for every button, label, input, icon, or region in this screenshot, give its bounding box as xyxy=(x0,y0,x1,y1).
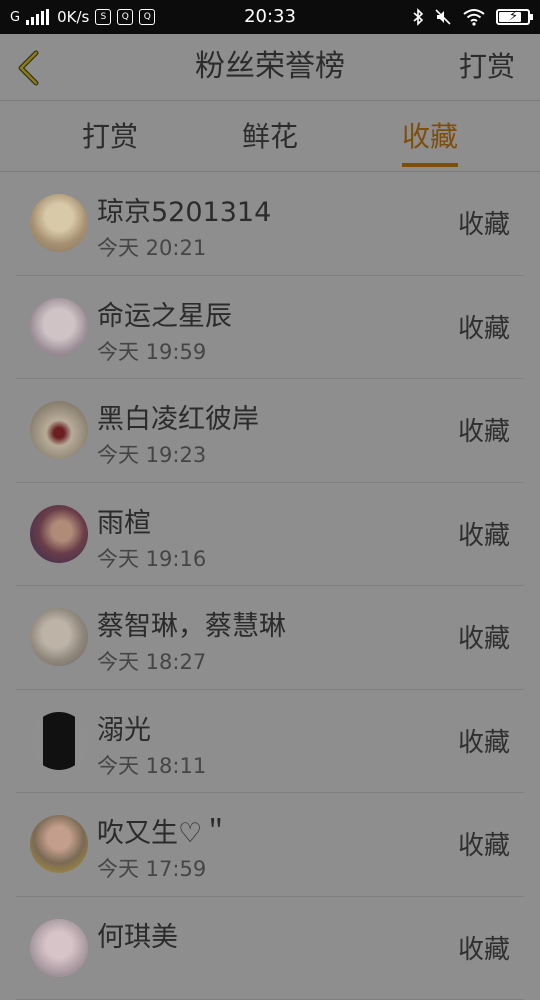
user-name: 雨楦 xyxy=(97,501,151,540)
user-name: 溺光 xyxy=(97,708,151,747)
avatar xyxy=(30,919,88,977)
status-right: ⚡ xyxy=(412,0,530,34)
action-label: 收藏 xyxy=(458,618,510,655)
timestamp: 今天 17:59 xyxy=(97,853,206,883)
active-tab-indicator xyxy=(402,163,458,167)
chevron-left-icon[interactable] xyxy=(14,50,44,86)
list-item[interactable]: 吹又生♡＂ 今天 17:59 收藏 xyxy=(16,793,524,897)
tab-flowers[interactable]: 鲜花 xyxy=(242,101,298,171)
app-notification-icon-2: Q xyxy=(139,9,155,25)
app-notification-icon: Q xyxy=(117,9,133,25)
signal-icon xyxy=(26,9,49,25)
net-speed: 0K/s xyxy=(57,8,89,26)
tab-favorites[interactable]: 收藏 xyxy=(402,101,458,171)
list-item[interactable]: 雨楦 今天 19:16 收藏 xyxy=(16,483,524,587)
list-item[interactable]: 何琪美 收藏 xyxy=(16,897,524,1000)
avatar xyxy=(30,401,88,459)
user-name: 何琪美 xyxy=(97,915,178,954)
action-label: 收藏 xyxy=(458,722,510,759)
fan-list: 琼京5201314 今天 20:21 收藏 命运之星辰 今天 19:59 收藏 … xyxy=(0,172,540,1000)
avatar xyxy=(30,505,88,563)
tab-label: 收藏 xyxy=(402,120,458,153)
tab-label: 打赏 xyxy=(82,120,138,153)
timestamp: 今天 20:21 xyxy=(97,232,206,262)
list-item[interactable]: 蔡智琳，蔡慧琳 今天 18:27 收藏 xyxy=(16,586,524,690)
reward-button[interactable]: 打赏 xyxy=(459,34,515,100)
action-label: 收藏 xyxy=(458,308,510,345)
avatar xyxy=(30,712,88,770)
list-item[interactable]: 黑白凌红彼岸 今天 19:23 收藏 xyxy=(16,379,524,483)
battery-icon: ⚡ xyxy=(496,9,530,25)
action-label: 收藏 xyxy=(458,515,510,552)
avatar xyxy=(30,815,88,873)
list-item[interactable]: 溺光 今天 18:11 收藏 xyxy=(16,690,524,794)
bluetooth-icon xyxy=(412,8,424,26)
list-item[interactable]: 命运之星辰 今天 19:59 收藏 xyxy=(16,276,524,380)
wifi-icon xyxy=(462,8,486,26)
timestamp: 今天 18:27 xyxy=(97,646,206,676)
user-name: 黑白凌红彼岸 xyxy=(97,397,259,436)
user-name: 琼京5201314 xyxy=(97,190,271,229)
avatar xyxy=(30,194,88,252)
tab-bar: 打赏 鲜花 收藏 xyxy=(0,101,540,172)
timestamp: 今天 18:11 xyxy=(97,750,206,780)
carrier-label: G xyxy=(10,10,20,25)
mute-icon xyxy=(434,8,452,26)
timestamp: 今天 19:16 xyxy=(97,543,206,573)
tab-reward[interactable]: 打赏 xyxy=(82,101,138,171)
avatar xyxy=(30,298,88,356)
user-name: 蔡智琳，蔡慧琳 xyxy=(97,604,286,643)
timestamp: 今天 19:59 xyxy=(97,336,206,366)
action-label: 收藏 xyxy=(458,825,510,862)
timestamp: 今天 19:23 xyxy=(97,439,206,469)
top-navigation-bar: 粉丝荣誉榜 打赏 xyxy=(0,34,540,101)
avatar xyxy=(30,608,88,666)
user-name: 命运之星辰 xyxy=(97,294,232,333)
status-left: G 0K/s S Q Q xyxy=(10,8,155,26)
tab-label: 鲜花 xyxy=(242,120,298,153)
action-label: 收藏 xyxy=(458,411,510,448)
user-name: 吹又生♡＂ xyxy=(97,811,229,850)
status-bar: G 0K/s S Q Q 20:33 ⚡ xyxy=(0,0,540,34)
list-item[interactable]: 琼京5201314 今天 20:21 收藏 xyxy=(16,172,524,276)
action-label: 收藏 xyxy=(458,204,510,241)
screenshot-icon: S xyxy=(95,9,111,25)
